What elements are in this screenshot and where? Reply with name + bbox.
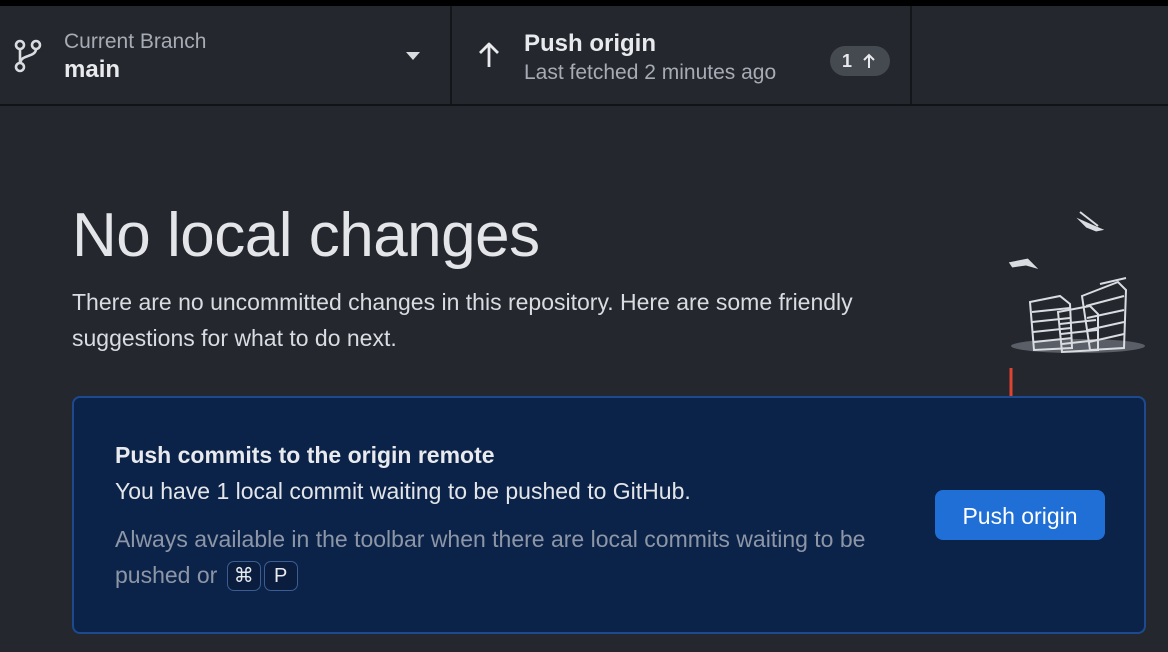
arrow-up-icon (863, 53, 875, 68)
shortcut-key-p: P (263, 561, 298, 591)
suggestion-description: You have 1 local commit waiting to be pu… (115, 478, 691, 504)
toolbar: Current Branch main Push origin Last fet… (0, 0, 1168, 106)
push-suggestion-card: Push commits to the origin remote You ha… (72, 396, 1146, 634)
git-branch-icon (14, 39, 42, 73)
ahead-count-badge: 1 (830, 46, 890, 76)
push-origin-toolbar-button[interactable]: Push origin Last fetched 2 minutes ago 1 (452, 6, 912, 104)
push-origin-button[interactable]: Push origin (935, 490, 1105, 540)
current-branch-label: Current Branch (64, 30, 207, 53)
ahead-count: 1 (842, 51, 853, 71)
current-branch-dropdown[interactable]: Current Branch main (0, 6, 452, 104)
page-title: No local changes (72, 201, 540, 270)
suggestion-hint: Always available in the toolbar when the… (115, 521, 915, 593)
papers-illustration (1007, 211, 1145, 354)
shortcut-key-command: ⌘ (226, 561, 261, 591)
triangle-down-icon (406, 52, 420, 60)
toolbar-empty-area (912, 6, 1168, 104)
current-branch-value: main (64, 56, 121, 83)
last-fetched-text: Last fetched 2 minutes ago (524, 61, 777, 84)
suggestion-title: Push commits to the origin remote (115, 442, 495, 468)
arrow-up-icon (479, 42, 499, 67)
push-origin-title: Push origin (524, 30, 656, 57)
page-description: There are no uncommitted changes in this… (72, 289, 853, 351)
